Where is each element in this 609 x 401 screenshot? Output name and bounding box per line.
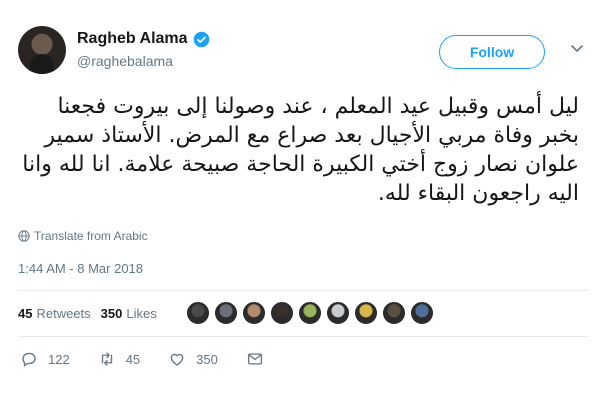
translate-label[interactable]: Translate from Arabic <box>34 229 148 243</box>
globe-icon <box>18 230 30 242</box>
reply-button[interactable]: 122 <box>20 350 70 368</box>
likes-label: Likes <box>126 306 157 321</box>
liker-avatar[interactable] <box>298 301 322 325</box>
tweet-stats: 45 Retweets 350 Likes <box>18 306 167 321</box>
likes-count: 350 <box>100 306 123 321</box>
liker-avatar[interactable] <box>382 301 406 325</box>
like-count: 350 <box>196 351 218 367</box>
verified-badge-icon <box>193 31 209 47</box>
tweet-text: ليل أمس وقبيل عيد المعلم ، عند وصولنا إل… <box>22 94 579 206</box>
retweets-count: 45 <box>18 306 33 321</box>
retweet-icon <box>101 352 112 366</box>
like-button[interactable]: 350 <box>168 350 218 368</box>
follow-button[interactable]: Follow <box>439 35 545 69</box>
liker-avatar[interactable] <box>354 301 378 325</box>
retweet-button[interactable]: 45 <box>98 350 140 368</box>
reply-icon <box>22 352 36 367</box>
divider <box>18 290 589 291</box>
liker-avatar[interactable] <box>214 301 238 325</box>
liker-avatar[interactable] <box>326 301 350 325</box>
divider <box>18 336 589 337</box>
direct-message-button[interactable] <box>246 350 274 368</box>
chevron-down-icon[interactable] <box>569 40 585 56</box>
tweet-header: Ragheb Alama @raghebalama Follow <box>18 26 585 76</box>
reply-count: 122 <box>48 351 70 367</box>
liker-avatar[interactable] <box>410 301 434 325</box>
liker-avatar[interactable] <box>270 301 294 325</box>
tweet-actions: 122 45 350 <box>20 350 302 368</box>
name-row: Ragheb Alama <box>77 30 210 48</box>
translate-link[interactable]: Translate from Arabic <box>18 229 148 243</box>
heart-icon <box>170 353 184 366</box>
retweet-count: 45 <box>125 351 141 367</box>
avatar[interactable] <box>18 26 66 74</box>
liker-avatars <box>186 301 438 325</box>
user-handle[interactable]: @raghebalama <box>77 53 173 69</box>
envelope-icon <box>247 353 262 365</box>
liker-avatar[interactable] <box>242 301 266 325</box>
liker-avatar[interactable] <box>186 301 210 325</box>
likes-stat[interactable]: 350 Likes <box>101 306 157 321</box>
retweets-stat[interactable]: 45 Retweets <box>18 306 91 321</box>
timestamp[interactable]: 1:44 AM - 8 Mar 2018 <box>18 261 143 276</box>
retweets-label: Retweets <box>36 306 91 321</box>
user-name[interactable]: Ragheb Alama <box>77 30 188 48</box>
